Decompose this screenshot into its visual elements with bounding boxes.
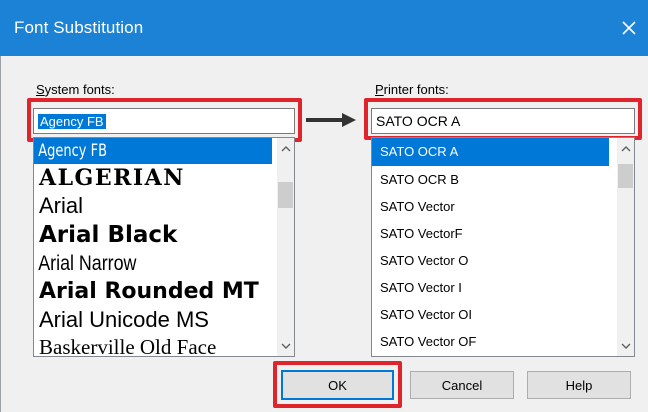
list-item[interactable]: SATO OCR A — [372, 138, 609, 166]
printer-fonts-scroll-thumb[interactable] — [618, 164, 633, 188]
system-fonts-scrollbar[interactable] — [277, 138, 294, 356]
arrow-right-icon — [306, 113, 356, 127]
list-item-label: Arial Narrow — [38, 252, 137, 275]
list-item-label: Agency FB — [38, 141, 108, 161]
list-item[interactable]: SATO Vector O — [372, 247, 634, 274]
title-bar: Font Substitution — [0, 0, 648, 56]
list-item[interactable]: Arial — [34, 192, 294, 220]
list-item[interactable]: Baskerville Old Face — [34, 334, 294, 357]
system-fonts-scroll-thumb[interactable] — [278, 182, 293, 208]
window-border — [0, 56, 1, 412]
close-button[interactable] — [610, 6, 648, 50]
list-item-label: ALGERIAN — [39, 165, 185, 191]
list-item-label: SATO Vector OI — [380, 307, 472, 322]
chevron-down-icon[interactable] — [277, 337, 294, 354]
list-item[interactable]: SATO Vector — [372, 193, 634, 220]
list-item[interactable]: SATO Vector OF — [372, 328, 634, 355]
system-fonts-list[interactable]: Agency FB ALGERIAN Arial Arial Black Ari… — [33, 137, 295, 357]
system-fonts-label: System fonts: — [36, 82, 115, 97]
system-fonts-highlight — [27, 98, 302, 142]
help-button[interactable]: Help — [527, 371, 631, 399]
list-item[interactable]: Arial Unicode MS — [34, 306, 294, 334]
list-item[interactable]: Agency FB — [34, 138, 272, 164]
list-item-label: Arial Black — [39, 222, 178, 248]
printer-fonts-label: Printer fonts: — [375, 82, 449, 97]
list-item-label: SATO OCR A — [380, 144, 459, 159]
list-item-label: Baskerville Old Face — [39, 335, 217, 357]
printer-fonts-list[interactable]: SATO OCR A SATO OCR B SATO Vector SATO V… — [371, 137, 635, 357]
list-item-label: SATO Vector O — [380, 253, 469, 268]
list-item-label: Arial Unicode MS — [39, 307, 209, 332]
list-item-label: SATO Vector I — [380, 280, 462, 295]
list-item-label: SATO Vector OF — [380, 334, 477, 349]
list-item-label: SATO VectorF — [380, 226, 463, 241]
list-item-label: Arial Rounded MT — [39, 279, 259, 304]
list-item[interactable]: SATO Vector OI — [372, 301, 634, 328]
close-icon — [622, 21, 636, 35]
list-item[interactable]: Arial Black — [34, 220, 294, 250]
chevron-up-icon[interactable] — [277, 140, 294, 157]
printer-fonts-highlight — [364, 98, 642, 140]
list-item[interactable]: Arial Rounded MT — [34, 277, 294, 306]
list-item[interactable]: SATO OCR B — [372, 166, 634, 193]
list-item-label: SATO OCR B — [380, 172, 459, 187]
window-title: Font Substitution — [14, 18, 144, 37]
printer-fonts-scrollbar[interactable] — [617, 138, 634, 356]
chevron-up-icon[interactable] — [617, 140, 634, 157]
list-item-label: Arial — [39, 193, 84, 218]
chevron-down-icon[interactable] — [617, 337, 634, 354]
list-item-label: SATO Vector — [380, 199, 455, 214]
list-item[interactable]: Arial Narrow — [34, 250, 276, 277]
cancel-button[interactable]: Cancel — [410, 371, 514, 399]
ok-button-highlight — [273, 361, 402, 408]
list-item[interactable]: ALGERIAN — [34, 164, 294, 192]
list-item[interactable]: SATO VectorF — [372, 220, 634, 247]
list-item[interactable]: SATO Vector I — [372, 274, 634, 301]
